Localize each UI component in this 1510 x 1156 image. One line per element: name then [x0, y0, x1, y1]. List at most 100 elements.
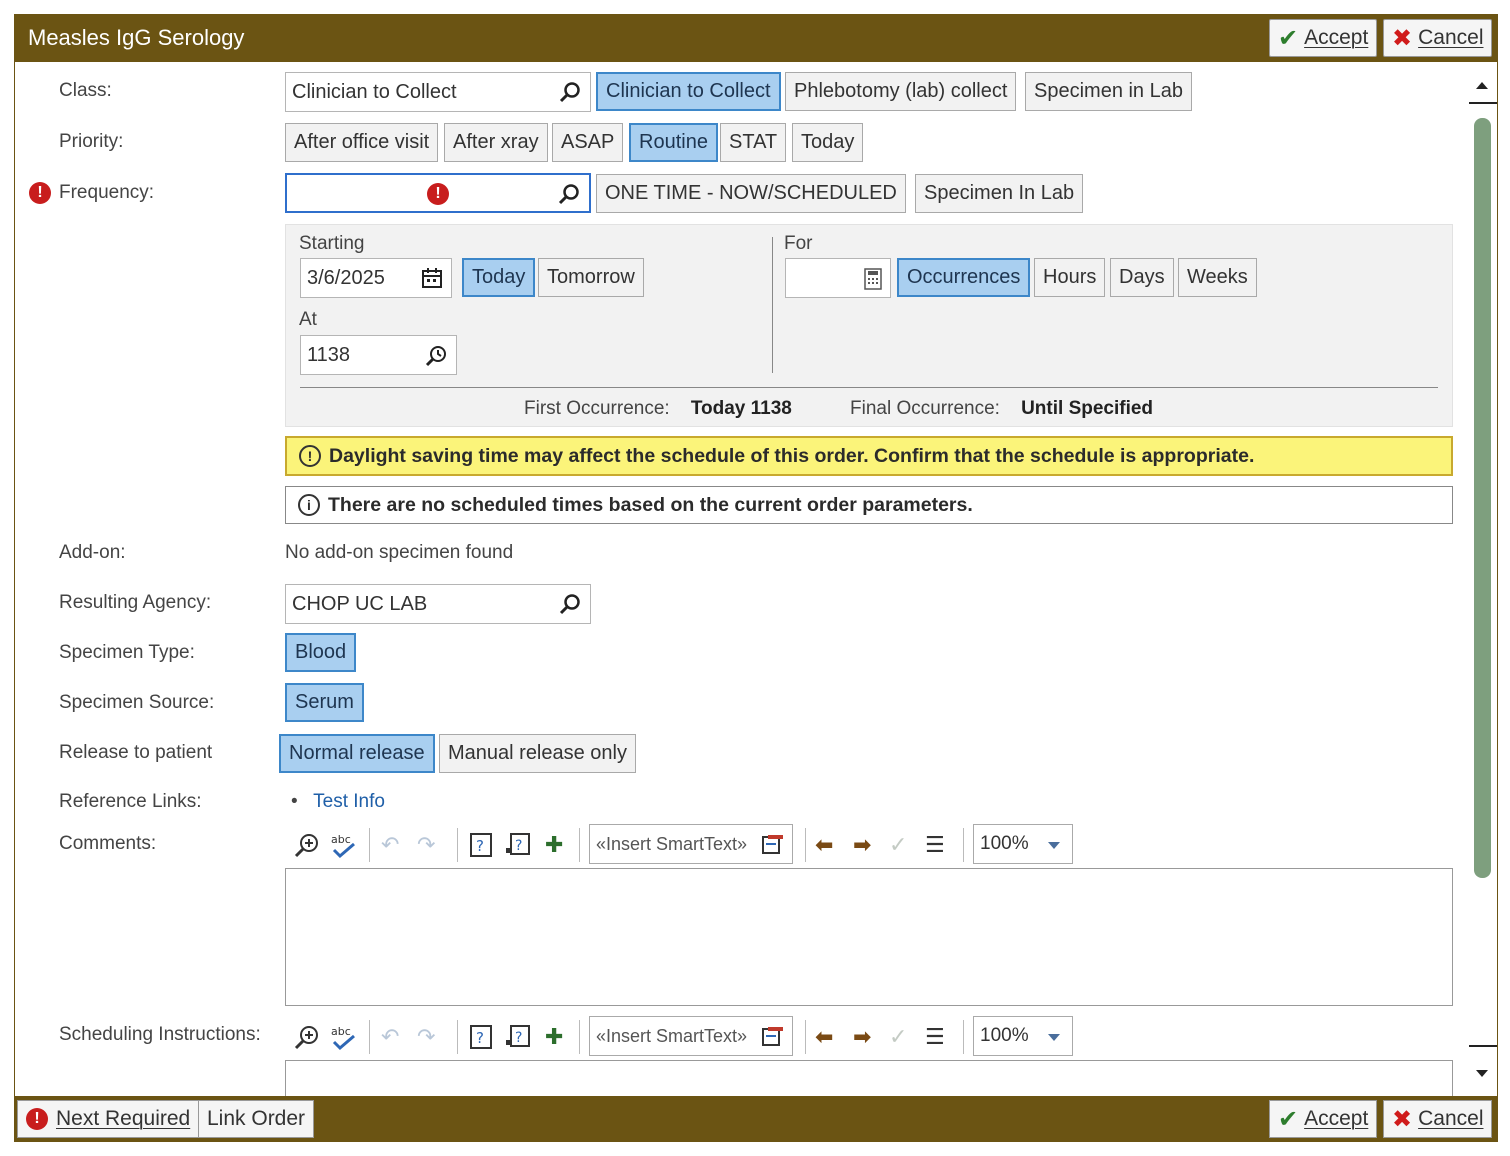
- resulting-agency-label: Resulting Agency:: [59, 592, 212, 613]
- priority-asap[interactable]: ASAP: [552, 123, 624, 162]
- first-occurrence: First Occurrence: Today 1138: [524, 398, 792, 419]
- link-order-button[interactable]: Link Order: [198, 1100, 315, 1138]
- for-days-button[interactable]: Days: [1110, 258, 1174, 297]
- dst-warning-banner: ! Daylight saving time may affect the sc…: [285, 436, 1453, 476]
- previous-icon[interactable]: ⬅: [815, 832, 833, 858]
- class-label: Class:: [59, 80, 112, 101]
- add-icon[interactable]: ✚: [545, 1024, 563, 1050]
- for-input[interactable]: [785, 258, 891, 298]
- order-form: Class: Clinician to Collect Clinician to…: [15, 62, 1467, 1096]
- toolbar-separator: [457, 828, 458, 862]
- specimen-type-blood[interactable]: Blood: [285, 633, 357, 672]
- start-date-input[interactable]: 3/6/2025: [300, 258, 452, 298]
- at-label: At: [299, 309, 317, 330]
- spellcheck-icon[interactable]: abc: [329, 1024, 357, 1052]
- start-today-button[interactable]: Today: [462, 258, 536, 297]
- smarttext-icon: [762, 835, 783, 854]
- schedule-panel: Starting 3/6/2025 Today Tomorrow At 1138…: [285, 224, 1453, 427]
- next-icon[interactable]: ➡: [853, 1024, 871, 1050]
- no-schedule-info-banner: i There are no scheduled times based on …: [285, 486, 1453, 524]
- footer-bar: ! Next Required Link Order ✔ Accept ✖ Ca…: [15, 1096, 1497, 1142]
- specimen-source-label: Specimen Source:: [59, 692, 215, 713]
- svg-text:?: ?: [515, 1030, 522, 1046]
- close-icon: ✖: [1392, 1105, 1413, 1133]
- chevron-down-icon: [1048, 1034, 1060, 1041]
- specimen-source-serum[interactable]: Serum: [285, 683, 364, 722]
- cancel-button[interactable]: ✖ Cancel: [1383, 1100, 1493, 1138]
- undo-icon[interactable]: ↶: [381, 1024, 399, 1050]
- release-manual-only[interactable]: Manual release only: [439, 734, 636, 773]
- cancel-button[interactable]: ✖ Cancel: [1383, 19, 1493, 57]
- priority-routine[interactable]: Routine: [629, 123, 718, 162]
- smartlist-icon[interactable]: ?: [505, 1024, 531, 1050]
- redo-icon[interactable]: ↷: [417, 1024, 435, 1050]
- accept-button[interactable]: ✔ Accept: [1269, 19, 1378, 57]
- zoom-in-icon[interactable]: [293, 832, 321, 858]
- starting-label: Starting: [299, 233, 365, 254]
- final-occurrence: Final Occurrence: Until Specified: [850, 398, 1154, 419]
- frequency-label: Frequency:: [59, 182, 155, 203]
- zoom-in-icon[interactable]: [293, 1024, 321, 1050]
- help-icon[interactable]: ?: [469, 1024, 493, 1050]
- start-time-input[interactable]: 1138: [300, 335, 457, 375]
- for-occurrences-button[interactable]: Occurrences: [897, 258, 1031, 297]
- scheduling-toolbar: abc ↶ ↷ ? ? ✚ «Insert SmartText» ⬅ ➡ ✓ ☰…: [285, 1016, 1085, 1056]
- svg-text:?: ?: [476, 1029, 484, 1047]
- class-option-clinician[interactable]: Clinician to Collect: [596, 72, 781, 111]
- start-tomorrow-button[interactable]: Tomorrow: [538, 258, 644, 297]
- spellcheck-icon[interactable]: abc: [329, 832, 357, 860]
- smartlist-icon[interactable]: ?: [505, 832, 531, 858]
- accept-button[interactable]: ✔ Accept: [1269, 1100, 1378, 1138]
- frequency-input[interactable]: !: [285, 173, 591, 213]
- checkmark-icon: ✔: [1278, 24, 1299, 52]
- scheduling-instructions-textarea[interactable]: [285, 1060, 1453, 1096]
- accept-field-icon[interactable]: ✓: [889, 1024, 907, 1050]
- priority-after-office-visit[interactable]: After office visit: [285, 123, 439, 162]
- for-weeks-button[interactable]: Weeks: [1178, 258, 1257, 297]
- addon-label: Add-on:: [59, 542, 126, 563]
- move-lines-icon[interactable]: ☰: [925, 832, 945, 858]
- vertical-scrollbar[interactable]: [1469, 62, 1497, 1096]
- undo-icon[interactable]: ↶: [381, 832, 399, 858]
- info-icon: i: [298, 494, 320, 516]
- warning-icon: !: [299, 445, 321, 467]
- calendar-icon: [422, 268, 442, 288]
- comments-textarea[interactable]: [285, 868, 1453, 1006]
- comments-zoom-select[interactable]: 100%: [973, 824, 1073, 864]
- resulting-agency-input[interactable]: CHOP UC LAB: [285, 584, 591, 624]
- help-icon[interactable]: ?: [469, 832, 493, 858]
- comments-label: Comments:: [59, 833, 157, 854]
- test-info-link[interactable]: Test Info: [313, 791, 385, 812]
- svg-text:abc: abc: [331, 833, 351, 846]
- move-lines-icon[interactable]: ☰: [925, 1024, 945, 1050]
- add-icon[interactable]: ✚: [545, 832, 563, 858]
- class-input[interactable]: Clinician to Collect: [285, 72, 591, 112]
- class-option-phlebotomy[interactable]: Phlebotomy (lab) collect: [785, 72, 1017, 111]
- scroll-thumb[interactable]: [1474, 118, 1491, 878]
- scroll-down-icon[interactable]: [1476, 1070, 1488, 1077]
- next-icon[interactable]: ➡: [853, 832, 871, 858]
- for-hours-button[interactable]: Hours: [1034, 258, 1106, 297]
- frequency-specimen-in-lab[interactable]: Specimen In Lab: [915, 174, 1084, 213]
- toolbar-separator: [457, 1020, 458, 1054]
- toolbar-separator: [805, 828, 806, 862]
- accept-field-icon[interactable]: ✓: [889, 832, 907, 858]
- priority-stat[interactable]: STAT: [720, 123, 787, 162]
- toolbar-separator: [579, 1020, 580, 1054]
- for-label: For: [784, 233, 813, 254]
- scroll-up-icon[interactable]: [1476, 82, 1488, 89]
- priority-today[interactable]: Today: [792, 123, 864, 162]
- previous-icon[interactable]: ⬅: [815, 1024, 833, 1050]
- checkmark-icon: ✔: [1278, 1105, 1299, 1133]
- next-required-button[interactable]: ! Next Required: [17, 1100, 200, 1138]
- insert-smarttext-field[interactable]: «Insert SmartText»: [589, 824, 793, 864]
- frequency-one-time[interactable]: ONE TIME - NOW/SCHEDULED: [596, 174, 906, 213]
- redo-icon[interactable]: ↷: [417, 832, 435, 858]
- field-error-icon: !: [427, 183, 449, 205]
- release-normal[interactable]: Normal release: [279, 734, 435, 773]
- scheduling-zoom-select[interactable]: 100%: [973, 1016, 1073, 1056]
- priority-after-xray[interactable]: After xray: [444, 123, 548, 162]
- insert-smarttext-field[interactable]: «Insert SmartText»: [589, 1016, 793, 1056]
- addon-value: No add-on specimen found: [285, 542, 514, 563]
- class-option-specimen-in-lab[interactable]: Specimen in Lab: [1025, 72, 1192, 111]
